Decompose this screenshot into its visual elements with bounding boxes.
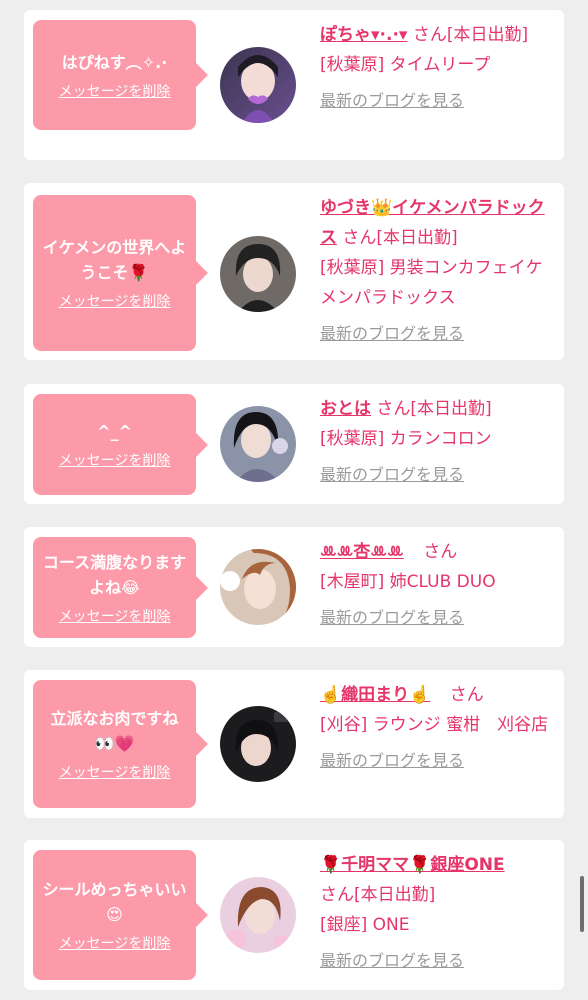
avatar[interactable] [220,406,296,482]
scrollbar[interactable] [580,876,584,932]
profile-info: おとは さん[本日出勤] [秋葉原] カランコロン 最新のブログを見る [320,394,556,488]
girl-name-link[interactable]: 🌹千明ママ🌹銀座ONE [320,855,505,875]
shop-label: [刈谷] ラウンジ 蜜柑 刈谷店 [320,715,549,735]
girl-name-link[interactable]: おとは [320,399,371,419]
list-item: イケメンの世界へようこそ🌹 メッセージを削除 ゆづき👑イケメンパラドックス さん… [24,183,564,360]
girl-name-link[interactable]: ☝️織田まり☝️ [320,685,430,705]
message-text: ^_^ [97,422,132,441]
san-status: さん[本日出勤] [376,399,492,419]
delete-message-link[interactable]: メッセージを削除 [59,293,171,311]
delete-message-link[interactable]: メッセージを削除 [59,608,171,626]
shop-label: [秋葉原] タイムリープ [320,55,491,75]
profile-info: ゆづき👑イケメンパラドックス さん[本日出勤] [秋葉原] 男装コンカフェイケメ… [320,193,556,347]
profile-info: ぽちゃ▾·.·▾ さん[本日出勤] [秋葉原] タイムリープ 最新のブログを見る [320,20,556,114]
message-bubble: シールめっちゃいい😍 メッセージを削除 [33,850,208,980]
message-bubble: イケメンの世界へようこそ🌹 メッセージを削除 [33,195,208,351]
latest-blog-link[interactable]: 最新のブログを見る [320,462,556,488]
shop-label: [秋葉原] 男装コンカフェイケメンパラドックス [320,258,543,308]
shop-label: [秋葉原] カランコロン [320,429,492,449]
delete-message-link[interactable]: メッセージを削除 [59,452,171,470]
list-item: 立派なお肉ですね👀💗 メッセージを削除 ☝️織田まり☝️ さん [刈谷] ラウン… [24,670,564,818]
san-status: さん [423,542,458,562]
avatar[interactable] [220,549,296,625]
message-bubble: コース満腹なりますよね😂 メッセージを削除 [33,537,208,638]
message-text: はぴねす︵✧.· [61,52,168,72]
avatar[interactable] [220,47,296,123]
message-text: シールめっちゃいい😍 [42,880,187,924]
latest-blog-link[interactable]: 最新のブログを見る [320,948,556,974]
avatar[interactable] [220,706,296,782]
shop-label: [銀座] ONE [320,915,410,935]
list-item: はぴねす︵✧.· メッセージを削除 ぽちゃ▾·.·▾ さん[本日出勤] [秋葉原… [24,10,564,160]
latest-blog-link[interactable]: 最新のブログを見る [320,88,556,114]
profile-info: ☝️織田まり☝️ さん [刈谷] ラウンジ 蜜柑 刈谷店 最新のブログを見る [320,680,556,774]
profile-info: 🌹千明ママ🌹銀座ONE さん[本日出勤] [銀座] ONE 最新のブログを見る [320,850,556,974]
list-item: ^_^ メッセージを削除 おとは さん[本日出勤] [秋葉原] カランコロン 最… [24,384,564,504]
avatar[interactable] [220,236,296,312]
favorites-message-list: はぴねす︵✧.· メッセージを削除 ぽちゃ▾·.·▾ さん[本日出勤] [秋葉原… [0,0,588,1000]
list-item: シールめっちゃいい😍 メッセージを削除 🌹千明ママ🌹銀座ONE さん[本日出勤]… [24,840,564,990]
latest-blog-link[interactable]: 最新のブログを見る [320,321,556,347]
avatar[interactable] [220,877,296,953]
san-status: さん [449,685,484,705]
message-bubble: ^_^ メッセージを削除 [33,394,208,495]
message-text: 立派なお肉ですね👀💗 [50,709,179,753]
message-text: コース満腹なりますよね😂 [42,552,187,597]
delete-message-link[interactable]: メッセージを削除 [59,83,171,101]
profile-info: ꔛꔛ杏ꔛꔛ さん [木屋町] 姉CLUB DUO 最新のブログを見る [320,537,556,631]
message-bubble: 立派なお肉ですね👀💗 メッセージを削除 [33,680,208,808]
latest-blog-link[interactable]: 最新のブログを見る [320,748,556,774]
shop-label: [木屋町] 姉CLUB DUO [320,572,496,592]
list-item: コース満腹なりますよね😂 メッセージを削除 ꔛꔛ杏ꔛꔛ さん [木屋町] 姉CL… [24,527,564,647]
san-status: さん[本日出勤] [320,885,436,905]
san-status: さん[本日出勤] [342,228,458,248]
delete-message-link[interactable]: メッセージを削除 [59,935,171,953]
message-text: イケメンの世界へようこそ🌹 [42,238,187,282]
girl-name-link[interactable]: ぽちゃ▾·.·▾ [320,25,407,45]
san-status: さん[本日出勤] [412,25,529,45]
delete-message-link[interactable]: メッセージを削除 [59,764,171,782]
message-bubble: はぴねす︵✧.· メッセージを削除 [33,20,208,130]
girl-name-link[interactable]: ꔛꔛ杏ꔛꔛ [320,542,404,562]
latest-blog-link[interactable]: 最新のブログを見る [320,605,556,631]
